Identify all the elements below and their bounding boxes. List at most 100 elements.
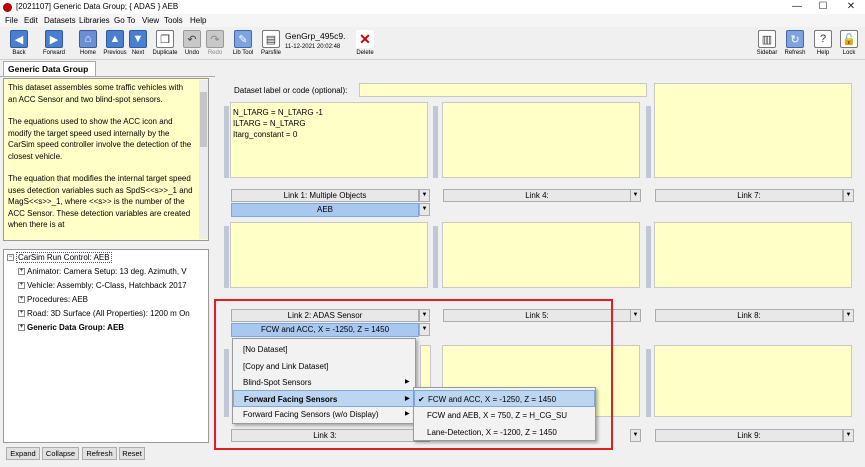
equations-editor-3[interactable] bbox=[654, 83, 852, 178]
maximize-button[interactable]: ☐ bbox=[810, 0, 836, 14]
sidebar-button[interactable]: ▥ Sidebar bbox=[752, 30, 782, 60]
link-7-button[interactable]: Link 7: bbox=[655, 189, 843, 202]
equations-editor[interactable]: N_LTARG = N_LTARG -1 ILTARG = N_LTARG It… bbox=[230, 102, 428, 178]
forward-arrow-icon: ▶ bbox=[45, 30, 63, 48]
forward-button[interactable]: ▶ Forward bbox=[39, 30, 69, 60]
duplicate-button[interactable]: ❐ Duplicate bbox=[150, 30, 180, 60]
redo-icon: ↷ bbox=[206, 30, 224, 48]
column-splitter[interactable] bbox=[646, 226, 651, 288]
expand-icon[interactable]: + bbox=[18, 324, 25, 332]
help-question-icon: ? bbox=[814, 30, 832, 48]
menu-edit[interactable]: Edit bbox=[24, 16, 38, 25]
lock-button[interactable]: 🔓 Lock bbox=[834, 30, 864, 60]
tree-view: − CarSim Run Control: AEB + Animator: Came… bbox=[3, 249, 209, 443]
reset-button[interactable]: Reset bbox=[119, 447, 145, 460]
back-button[interactable]: ◀ Back bbox=[4, 30, 34, 60]
collapse-button[interactable]: Collapse bbox=[42, 447, 79, 460]
dataset-label-input[interactable] bbox=[359, 83, 647, 97]
tab-generic-data-group[interactable]: Generic Data Group bbox=[3, 61, 96, 76]
column-splitter[interactable] bbox=[646, 106, 651, 178]
link-1-dropdown[interactable]: ▼ bbox=[419, 189, 430, 202]
delete-button[interactable]: ✕ Delete bbox=[350, 30, 380, 60]
title-bar: [2021107] Generic Data Group; { ADAS } A… bbox=[0, 0, 865, 14]
menu-tools[interactable]: Tools bbox=[164, 16, 183, 25]
dataset-date: 11-12-2021 20:02:48 bbox=[285, 44, 341, 50]
column-splitter[interactable] bbox=[224, 226, 229, 288]
equation-line: N_LTARG = N_LTARG -1 bbox=[233, 108, 323, 117]
tree-item-procedures[interactable]: + Procedures: AEB bbox=[18, 295, 88, 308]
parsfile-button[interactable]: ▤ Parsfile bbox=[256, 30, 286, 60]
close-button[interactable]: ✕ bbox=[838, 0, 864, 14]
wrench-icon: ✎ bbox=[234, 30, 252, 48]
link-1-dataset-dropdown[interactable]: ▼ bbox=[419, 203, 430, 216]
menu-libraries[interactable]: Libraries bbox=[79, 16, 110, 25]
refresh-button[interactable]: ↻ Refresh bbox=[780, 30, 810, 60]
minimize-button[interactable]: — bbox=[784, 0, 810, 14]
tree-item-run-control[interactable]: − CarSim Run Control: AEB bbox=[7, 252, 112, 266]
equations-editor-6[interactable] bbox=[654, 222, 852, 288]
link-9-dropdown[interactable]: ▼ bbox=[843, 429, 854, 442]
link-4-button[interactable]: Link 4: bbox=[443, 189, 631, 202]
link-8-dropdown[interactable]: ▼ bbox=[843, 309, 854, 322]
lib-tool-button[interactable]: ✎ Lib Tool bbox=[228, 30, 258, 60]
redo-button[interactable]: ↷ Redo bbox=[200, 30, 230, 60]
app-icon bbox=[3, 3, 12, 12]
link-9-button[interactable]: Link 9: bbox=[655, 429, 843, 442]
link-1-button[interactable]: Link 1: Multiple Objects bbox=[231, 189, 419, 202]
tree-item-generic-data-group[interactable]: + Generic Data Group: AEB bbox=[18, 323, 124, 336]
collapse-icon[interactable]: − bbox=[7, 254, 14, 262]
duplicate-icon: ❐ bbox=[156, 30, 174, 48]
menu-help[interactable]: Help bbox=[190, 16, 206, 25]
tree-item-vehicle[interactable]: + Vehicle: Assembly: C-Class, Hatchback 2… bbox=[18, 281, 187, 294]
expand-button[interactable]: Expand bbox=[6, 447, 40, 460]
column-splitter[interactable] bbox=[646, 349, 651, 417]
home-icon: ⌂ bbox=[79, 30, 97, 48]
up-arrow-icon: ▲ bbox=[106, 30, 124, 48]
link-6-dropdown[interactable]: ▼ bbox=[630, 429, 641, 442]
equations-editor-4[interactable] bbox=[230, 222, 428, 288]
delete-x-icon: ✕ bbox=[356, 30, 374, 48]
column-splitter[interactable] bbox=[433, 226, 438, 288]
link-7-dropdown[interactable]: ▼ bbox=[843, 189, 854, 202]
link-1-dataset-button[interactable]: AEB bbox=[231, 203, 419, 217]
down-arrow-icon: ▼ bbox=[129, 30, 147, 48]
expand-icon[interactable]: + bbox=[18, 296, 25, 304]
menu-datasets[interactable]: Datasets bbox=[44, 16, 76, 25]
next-button[interactable]: ▼ Next bbox=[123, 30, 153, 60]
sidebar-icon: ▥ bbox=[758, 30, 776, 48]
scrollbar-thumb[interactable] bbox=[200, 92, 207, 147]
expand-icon[interactable]: + bbox=[18, 268, 25, 276]
tree-item-road[interactable]: + Road: 3D Surface (All Properties): 1200… bbox=[18, 309, 190, 322]
link-5-dropdown[interactable]: ▼ bbox=[630, 309, 641, 322]
home-button[interactable]: ⌂ Home bbox=[73, 30, 103, 60]
undo-icon: ↶ bbox=[183, 30, 201, 48]
notes-paragraph: The equations used to show the ACC icon … bbox=[8, 117, 192, 161]
dataset-name: GenGrp_495c9. bbox=[285, 31, 346, 41]
menu-goto[interactable]: Go To bbox=[114, 16, 135, 25]
link-8-button[interactable]: Link 8: bbox=[655, 309, 843, 322]
notes-paragraph: This dataset assembles some traffic vehi… bbox=[8, 83, 184, 104]
menu-file[interactable]: File bbox=[5, 16, 18, 25]
column-splitter[interactable] bbox=[224, 106, 229, 178]
equations-editor-5[interactable] bbox=[442, 222, 640, 288]
menu-bar: File Edit Datasets Libraries Go To View … bbox=[0, 14, 865, 27]
notes-scrollbar[interactable] bbox=[199, 80, 208, 239]
document-icon: ▤ bbox=[262, 30, 280, 48]
highlight-annotation-box bbox=[214, 299, 613, 450]
notes-textarea[interactable]: This dataset assembles some traffic vehi… bbox=[3, 78, 209, 241]
equations-editor-2[interactable] bbox=[442, 102, 640, 178]
column-splitter[interactable] bbox=[433, 106, 438, 178]
expand-icon[interactable]: + bbox=[18, 282, 25, 290]
link-4-dropdown[interactable]: ▼ bbox=[630, 189, 641, 202]
dataset-label-caption: Dataset label or code (optional): bbox=[234, 86, 348, 95]
menu-view[interactable]: View bbox=[142, 16, 159, 25]
expand-icon[interactable]: + bbox=[18, 310, 25, 318]
equation-line: Itarg_constant = 0 bbox=[233, 130, 298, 139]
equations-editor-9[interactable] bbox=[654, 345, 852, 417]
back-arrow-icon: ◀ bbox=[10, 30, 28, 48]
equation-line: ILTARG = N_LTARG bbox=[233, 119, 306, 128]
tree-item-animator[interactable]: + Animator: Camera Setup: 13 deg. Azimuth… bbox=[18, 267, 187, 280]
refresh-icon: ↻ bbox=[786, 30, 804, 48]
refresh-tree-button[interactable]: Refresh bbox=[82, 447, 117, 460]
lock-icon: 🔓 bbox=[840, 30, 858, 48]
